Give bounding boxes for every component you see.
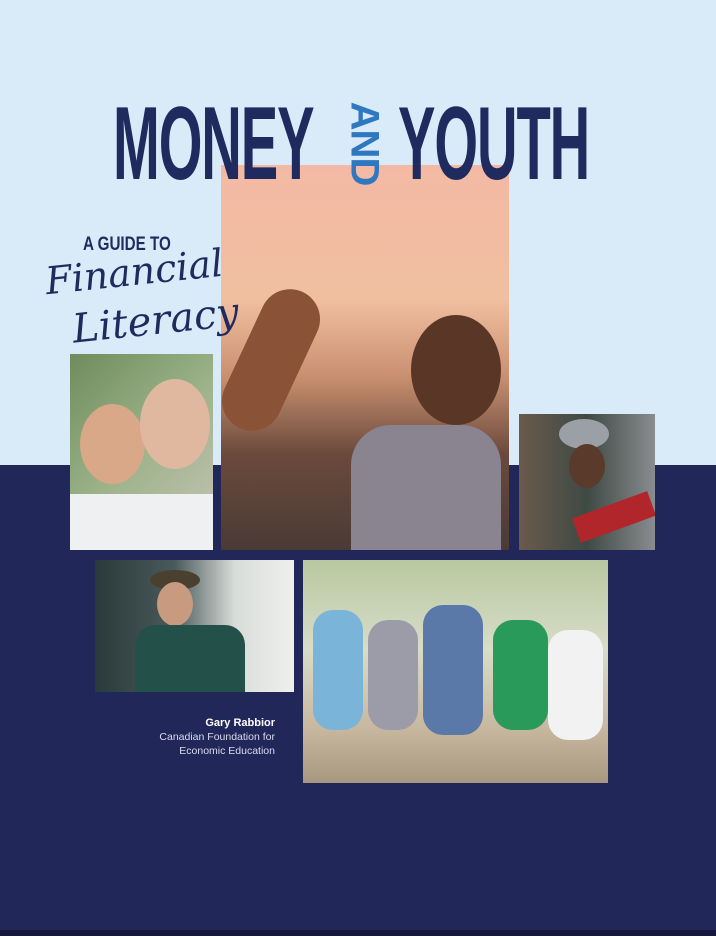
author-name: Gary Rabbior: [205, 717, 275, 729]
title-and: AND: [342, 101, 387, 185]
organization-line-1: Canadian Foundation for: [159, 731, 275, 743]
photo-bus-rider: [95, 560, 294, 692]
page-edge: [0, 930, 716, 936]
photo-group-of-students: [303, 560, 608, 783]
title-youth: YOUTH: [398, 86, 590, 202]
organization-line-2: Economic Education: [179, 745, 275, 757]
photo-guitar-player: [519, 414, 655, 550]
title-money: MONEY: [113, 86, 315, 202]
author-block: Gary Rabbior Canadian Foundation for Eco…: [159, 716, 275, 758]
photo-father-son: [70, 354, 213, 550]
photo-woman-with-lights: [221, 165, 509, 550]
